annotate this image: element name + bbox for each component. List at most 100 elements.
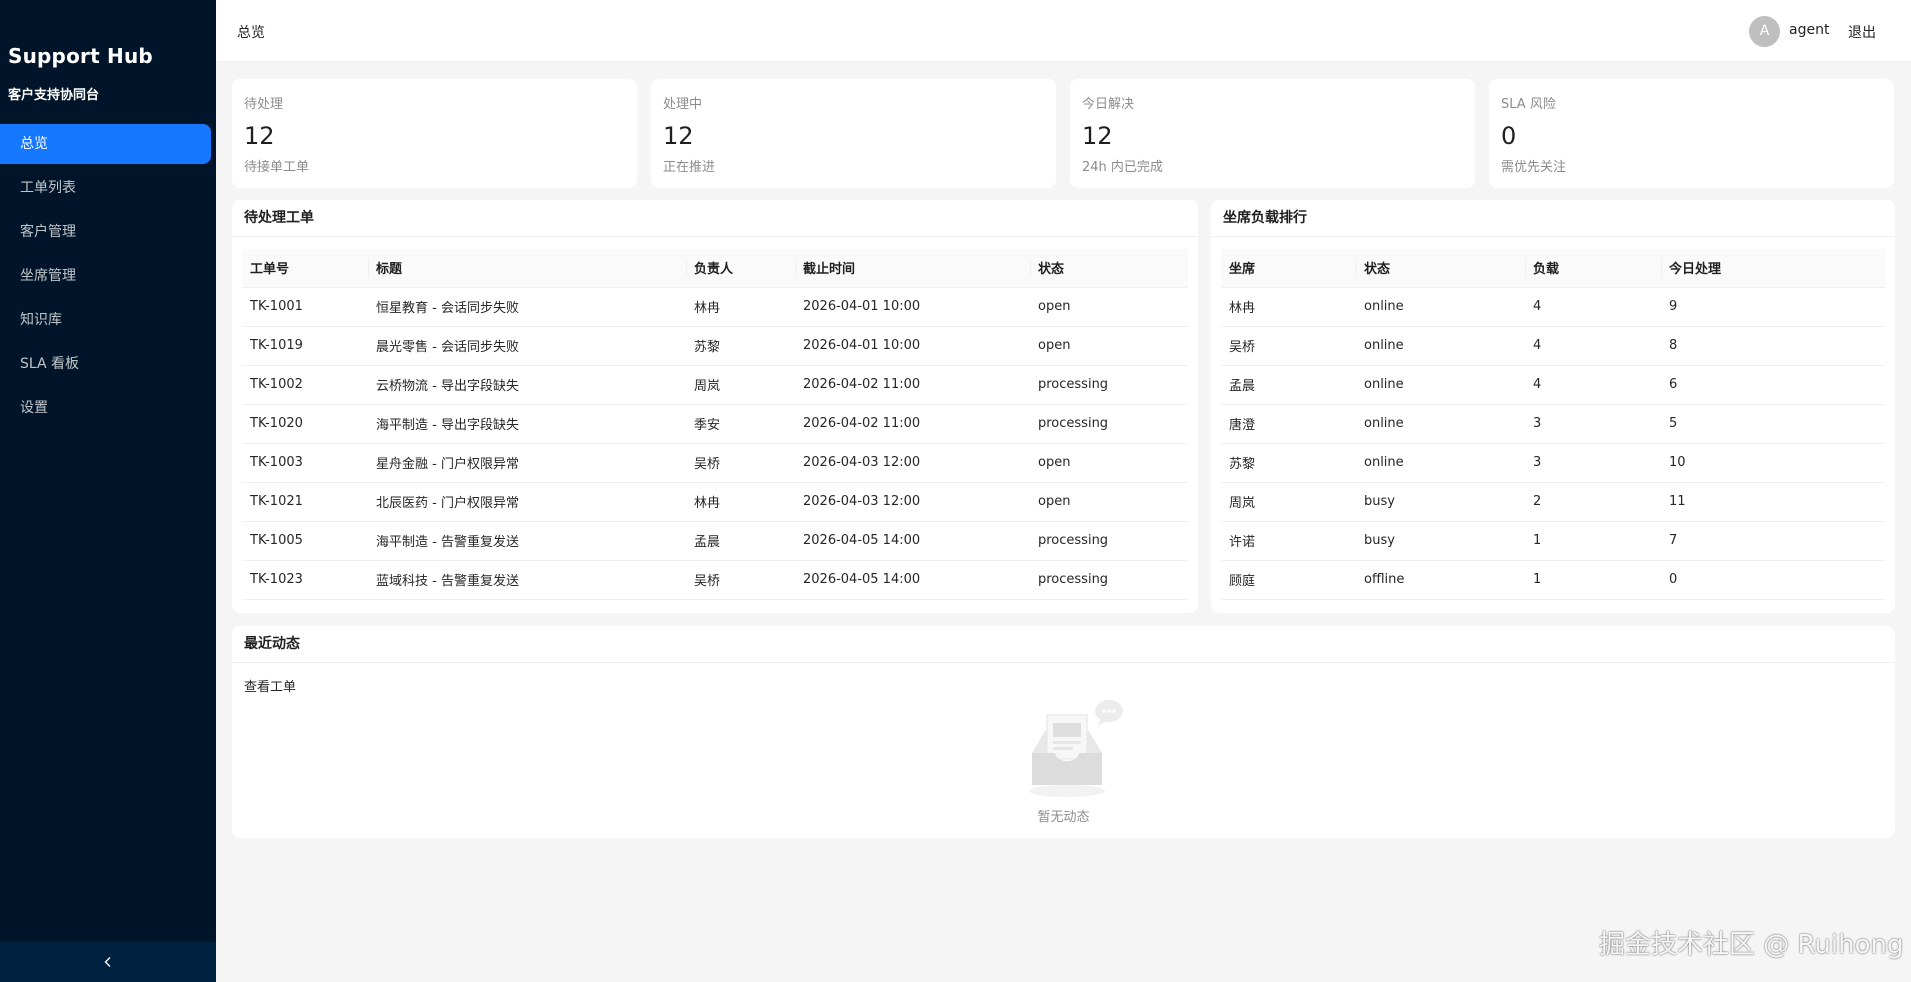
sidebar-item-customers[interactable]: 客户管理 (0, 212, 211, 252)
breadcrumb: 总览 (237, 25, 265, 41)
ticket-row[interactable]: TK-1001 恒星教育 - 会话同步失败 林冉 2026-04-01 10:00 op… (242, 287, 1188, 327)
app-title: Support Hub (8, 44, 153, 68)
stat-desc: 待接单工单 (244, 160, 310, 175)
table-cell: online (1356, 326, 1525, 366)
table-cell: 2026-04-05 14:00 (795, 521, 1030, 561)
column-header[interactable]: 状态 (1356, 249, 1525, 288)
table-cell: 蓝域科技 - 告警重复发送 (368, 560, 686, 600)
table-cell: 恒星教育 - 会话同步失败 (368, 287, 686, 327)
agent-row[interactable]: 许诺 busy 1 7 (1221, 521, 1885, 561)
table-cell: TK-1020 (242, 404, 368, 444)
table-cell: 2026-04-03 12:00 (795, 443, 1030, 483)
avatar[interactable]: A (1749, 16, 1780, 47)
stat-value: 12 (244, 122, 275, 150)
agent-row[interactable]: 顾庭 offline 1 0 (1221, 560, 1885, 600)
ticket-row[interactable]: TK-1003 星舟金融 - 门户权限异常 吴桥 2026-04-03 12:00 op… (242, 443, 1188, 483)
agent-row[interactable]: 孟晨 online 4 6 (1221, 365, 1885, 405)
agent-row[interactable]: 吴桥 online 4 8 (1221, 326, 1885, 366)
table-cell: 4 (1525, 287, 1661, 327)
table-cell: 唐澄 (1221, 404, 1356, 444)
sidebar-item-settings[interactable]: 设置 (0, 388, 211, 428)
agent-row[interactable]: 林冉 online 4 9 (1221, 287, 1885, 327)
column-header[interactable]: 截止时间 (795, 249, 1030, 288)
table-cell: 林冉 (1221, 287, 1356, 327)
table-cell: 0 (1661, 560, 1885, 600)
watermark: 掘金技术社区 @ Ruihong (1599, 930, 1904, 960)
table-cell: TK-1001 (242, 287, 368, 327)
stat-card-sla-risk: SLA 风险 0 需优先关注 (1489, 79, 1894, 188)
view-tickets-link[interactable]: 查看工单 (244, 676, 296, 695)
table-cell: 2026-04-03 12:00 (795, 482, 1030, 522)
table-cell: 2026-04-02 11:00 (795, 404, 1030, 444)
agent-row[interactable]: 周岚 busy 2 11 (1221, 482, 1885, 522)
recent-activity-panel: 最近动态 查看工单 暂无动态 (232, 626, 1895, 838)
sidebar-item-sla-board[interactable]: SLA 看板 (0, 344, 211, 384)
table-cell: 1 (1525, 560, 1661, 600)
ticket-row[interactable]: TK-1023 蓝域科技 - 告警重复发送 吴桥 2026-04-05 14:00 pr… (242, 560, 1188, 600)
panel-title: 最近动态 (232, 626, 1895, 663)
table-cell: 海平制造 - 导出字段缺失 (368, 404, 686, 444)
table-cell: TK-1023 (242, 560, 368, 600)
agent-row[interactable]: 苏黎 online 3 10 (1221, 443, 1885, 483)
sidebar-collapse-button[interactable] (0, 942, 216, 982)
table-cell: TK-1021 (242, 482, 368, 522)
stat-desc: 24h 内已完成 (1082, 160, 1163, 175)
stat-card-resolved-today: 今日解决 12 24h 内已完成 (1070, 79, 1475, 188)
table-cell: processing (1030, 404, 1188, 444)
table-cell: online (1356, 365, 1525, 405)
ticket-row[interactable]: TK-1019 晨光零售 - 会话同步失败 苏黎 2026-04-01 10:00 op… (242, 326, 1188, 366)
stat-value: 0 (1501, 122, 1517, 150)
table-cell: 云桥物流 - 导出字段缺失 (368, 365, 686, 405)
panel-title: 待处理工单 (232, 200, 1198, 237)
ticket-row[interactable]: TK-1020 海平制造 - 导出字段缺失 季安 2026-04-02 11:00 pr… (242, 404, 1188, 444)
empty-state-text: 暂无动态 (1037, 810, 1090, 825)
sidebar-item-overview[interactable]: 总览 (0, 124, 211, 164)
agent-row[interactable]: 唐澄 online 3 5 (1221, 404, 1885, 444)
top-header: 总览 A agent 退出 (216, 0, 1911, 62)
table-cell: open (1030, 482, 1188, 522)
sidebar: Support Hub 客户支持协同台 总览 工单列表 客户管理 坐席管理 知识… (0, 0, 216, 982)
table-header-row: 工单号 标题 负责人 截止时间 状态 (242, 249, 1188, 288)
sidebar-item-agents[interactable]: 坐席管理 (0, 256, 211, 296)
sidebar-item-tickets[interactable]: 工单列表 (0, 168, 211, 208)
table-header-row: 坐席 状态 负载 今日处理 (1221, 249, 1885, 288)
table-cell: 吴桥 (686, 443, 795, 483)
table-cell: processing (1030, 365, 1188, 405)
column-header[interactable]: 工单号 (242, 249, 368, 288)
username[interactable]: agent (1789, 22, 1829, 38)
column-header[interactable]: 标题 (368, 249, 686, 288)
table-cell: open (1030, 287, 1188, 327)
table-cell: open (1030, 443, 1188, 483)
table-cell: 吴桥 (1221, 326, 1356, 366)
pending-tickets-panel: 待处理工单 工单号 标题 负责人 截止时间 状态 TK-1001 恒星教育 - 会… (232, 200, 1198, 613)
table-cell: 2 (1525, 482, 1661, 522)
column-header[interactable]: 今日处理 (1661, 249, 1885, 288)
column-header[interactable]: 负载 (1525, 249, 1661, 288)
column-header[interactable]: 坐席 (1221, 249, 1356, 288)
stat-desc: 需优先关注 (1501, 160, 1567, 175)
agent-load-table: 坐席 状态 负载 今日处理 林冉 online 4 9 吴桥 online 4 8 孟晨 onli… (1221, 249, 1885, 600)
table-cell: 5 (1661, 404, 1885, 444)
table-cell: 林冉 (686, 482, 795, 522)
stat-title: SLA 风险 (1501, 97, 1556, 112)
table-cell: 孟晨 (1221, 365, 1356, 405)
table-cell: 2026-04-01 10:00 (795, 326, 1030, 366)
ticket-row[interactable]: TK-1002 云桥物流 - 导出字段缺失 周岚 2026-04-02 11:00 pr… (242, 365, 1188, 405)
stat-value: 12 (663, 122, 694, 150)
table-cell: 6 (1661, 365, 1885, 405)
column-header[interactable]: 负责人 (686, 249, 795, 288)
table-cell: 北辰医药 - 门户权限异常 (368, 482, 686, 522)
table-cell: TK-1005 (242, 521, 368, 561)
ticket-row[interactable]: TK-1005 海平制造 - 告警重复发送 孟晨 2026-04-05 14:00 pr… (242, 521, 1188, 561)
ticket-row[interactable]: TK-1021 北辰医药 - 门户权限异常 林冉 2026-04-03 12:00 op… (242, 482, 1188, 522)
stat-title: 处理中 (663, 97, 703, 112)
table-cell: 3 (1525, 404, 1661, 444)
app-subtitle: 客户支持协同台 (8, 88, 100, 103)
logout-button[interactable]: 退出 (1848, 22, 1876, 42)
column-header[interactable]: 状态 (1030, 249, 1188, 288)
table-cell: TK-1002 (242, 365, 368, 405)
table-cell: 苏黎 (1221, 443, 1356, 483)
sidebar-item-knowledge-base[interactable]: 知识库 (0, 300, 211, 340)
stat-title: 待处理 (244, 97, 284, 112)
table-cell: 吴桥 (686, 560, 795, 600)
